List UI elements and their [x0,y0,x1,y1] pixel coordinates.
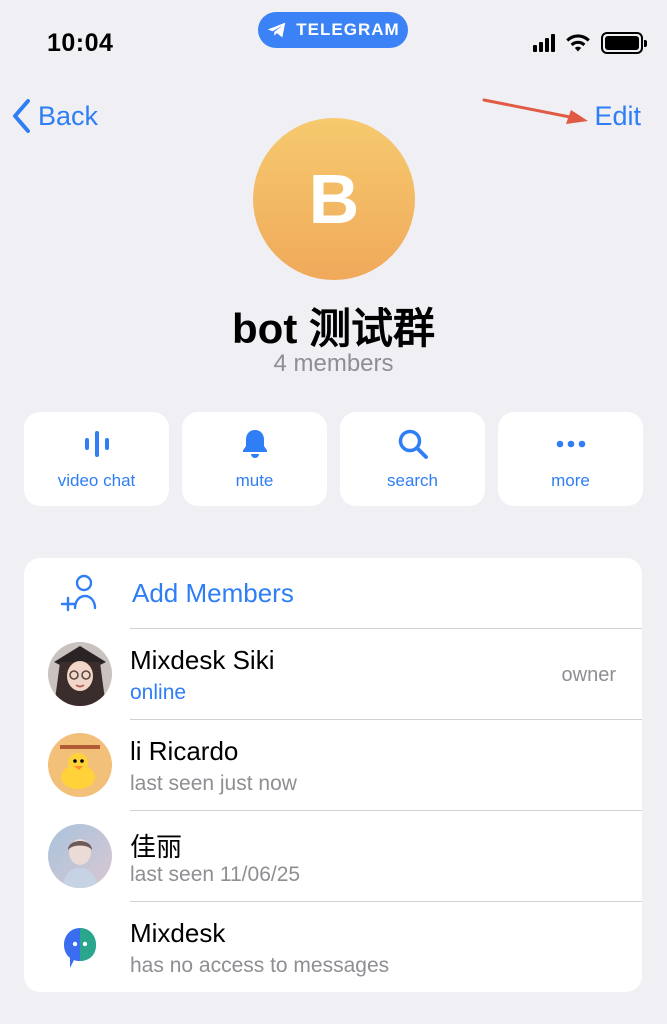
member-name: Mixdesk [130,918,226,948]
member-row[interactable]: 佳丽 last seen 11/06/25 [24,811,642,902]
members-count: 4 members [273,350,394,377]
video-chat-label: video chat [57,471,136,490]
mute-button[interactable]: mute [182,412,327,506]
app-pill-label: TELEGRAM [296,20,400,39]
more-button[interactable]: more [498,412,643,506]
member-name: li Ricardo [130,736,239,766]
mixdesk-logo-icon [48,915,112,979]
member-name: 佳丽 [130,832,183,862]
member-avatar [48,824,112,888]
search-label: search [386,471,439,490]
duck-avatar-icon [48,733,112,797]
member-avatar [48,642,112,706]
cellular-signal-icon [533,34,555,52]
group-info-screen: 10:04 TELEGRAM Back Edit B bot 测试群 4 mem… [0,0,667,1024]
member-avatar [48,733,112,797]
member-status: last seen 11/06/25 [130,863,301,886]
add-members-row[interactable]: Add Members [24,558,642,629]
video-chat-icon [84,431,109,457]
member-role-badge: owner [561,664,616,686]
edit-button[interactable]: Edit [594,101,641,132]
mute-label: mute [235,471,274,490]
member-row[interactable]: li Ricardo last seen just now [24,720,642,811]
annotation-arrow-icon [482,98,588,124]
group-title: bot 测试群 [232,305,435,352]
member-row[interactable]: Mixdesk Siki online owner [24,629,642,720]
telegram-pill[interactable]: TELEGRAM [258,12,408,48]
status-icons [533,32,647,54]
action-buttons: video chat mute search more [24,412,643,506]
add-members-label: Add Members [132,578,294,608]
photo-avatar-icon [48,824,112,888]
chevron-left-icon [13,99,30,133]
add-member-icon [60,574,97,612]
more-label: more [551,471,590,490]
battery-icon [601,32,647,54]
member-avatar [48,915,112,979]
more-dots-icon [556,440,585,448]
video-chat-button[interactable]: video chat [24,412,169,506]
member-name: Mixdesk Siki [130,645,275,675]
member-status: has no access to messages [130,954,390,977]
member-status: online [130,681,187,704]
member-row[interactable]: Mixdesk has no access to messages [24,902,642,992]
back-label: Back [38,100,99,131]
telegram-plane-icon [268,22,286,38]
back-button[interactable]: Back [10,98,98,134]
portrait-avatar-icon [48,642,112,706]
member-status: last seen just now [130,772,297,795]
status-time: 10:04 [47,29,114,57]
members-list: Add Members Mixdesk Siki online owner li… [24,558,642,992]
bell-icon [242,430,267,458]
search-button[interactable]: search [340,412,485,506]
group-avatar[interactable]: B [253,118,415,280]
search-icon [398,429,428,459]
wifi-icon [566,34,590,52]
